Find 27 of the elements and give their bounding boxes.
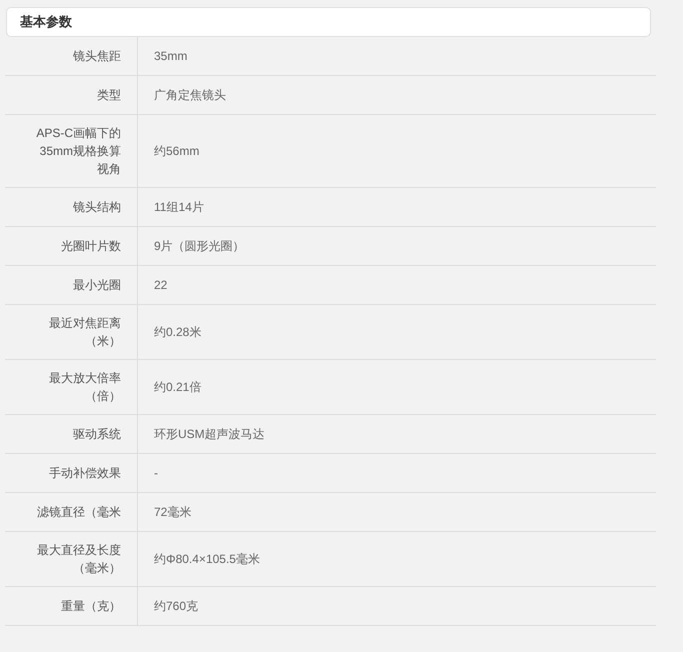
- spec-value: 约0.21倍: [154, 378, 202, 396]
- spec-value: 9片（圆形光圈）: [154, 238, 245, 254]
- spec-label: 手动补偿效果: [48, 465, 121, 482]
- spec-value: 广角定焦镜头: [154, 86, 226, 104]
- spec-label: 最小光圈: [72, 277, 121, 294]
- spec-value: 约760克: [154, 598, 198, 614]
- spec-value: 72毫米: [154, 504, 192, 520]
- spec-value: -: [154, 466, 158, 480]
- spec-label: APS-C画幅下的35mm规格换算视角: [35, 125, 121, 178]
- spec-value: 22: [154, 278, 168, 292]
- spec-label: 镜头结构: [72, 199, 121, 216]
- spec-label: 最近对焦距离（米）: [48, 315, 121, 350]
- spec-value: 约0.28米: [154, 324, 202, 340]
- spec-label: 类型: [96, 87, 121, 104]
- spec-label: 最大放大倍率（倍）: [48, 370, 121, 405]
- spec-label: 最大直径及长度（毫米）: [36, 542, 121, 577]
- spec-label: 驱动系统: [72, 426, 121, 443]
- spec-value: 环形USM超声波马达: [154, 426, 265, 442]
- spec-value: 35mm: [154, 49, 188, 63]
- spec-label: 滤镜直径（毫米: [36, 504, 121, 521]
- spec-value: 约56mm: [154, 142, 200, 160]
- spec-value: 11组14片: [154, 198, 204, 216]
- spec-label: 重量（克）: [60, 598, 121, 615]
- section-title: 基本参数: [20, 13, 72, 31]
- spec-value: 约Φ80.4×105.5毫米: [154, 550, 260, 568]
- spec-label: 镜头焦距: [72, 48, 121, 65]
- spec-label: 光圈叶片数: [60, 238, 121, 255]
